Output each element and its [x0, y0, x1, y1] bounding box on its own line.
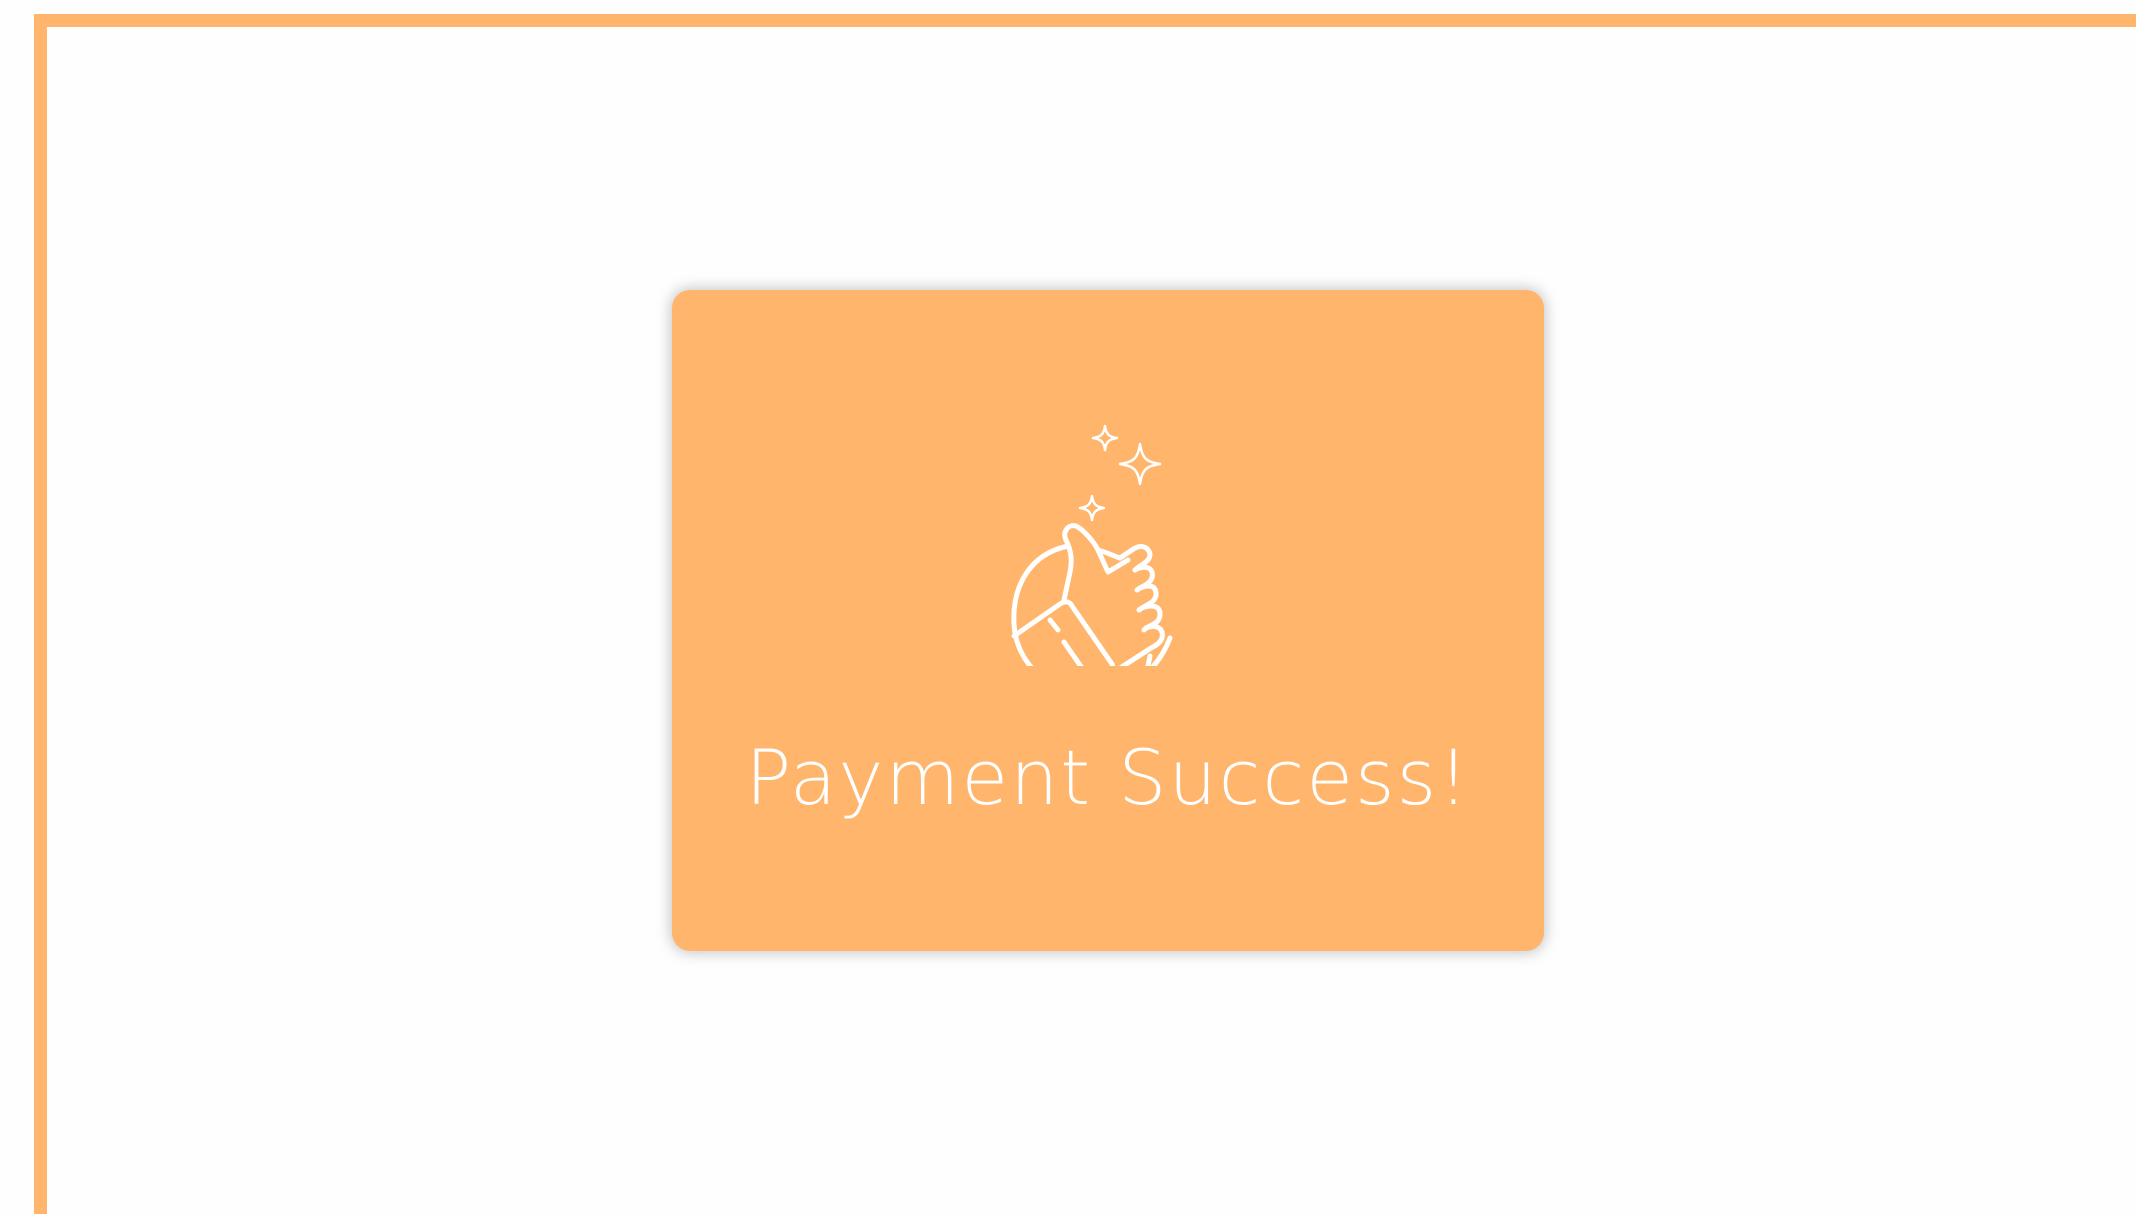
thumbs-up-sparkle-icon	[990, 366, 1220, 666]
payment-success-card: Payment Success!	[672, 290, 1544, 951]
payment-success-message: Payment Success!	[745, 733, 1471, 822]
